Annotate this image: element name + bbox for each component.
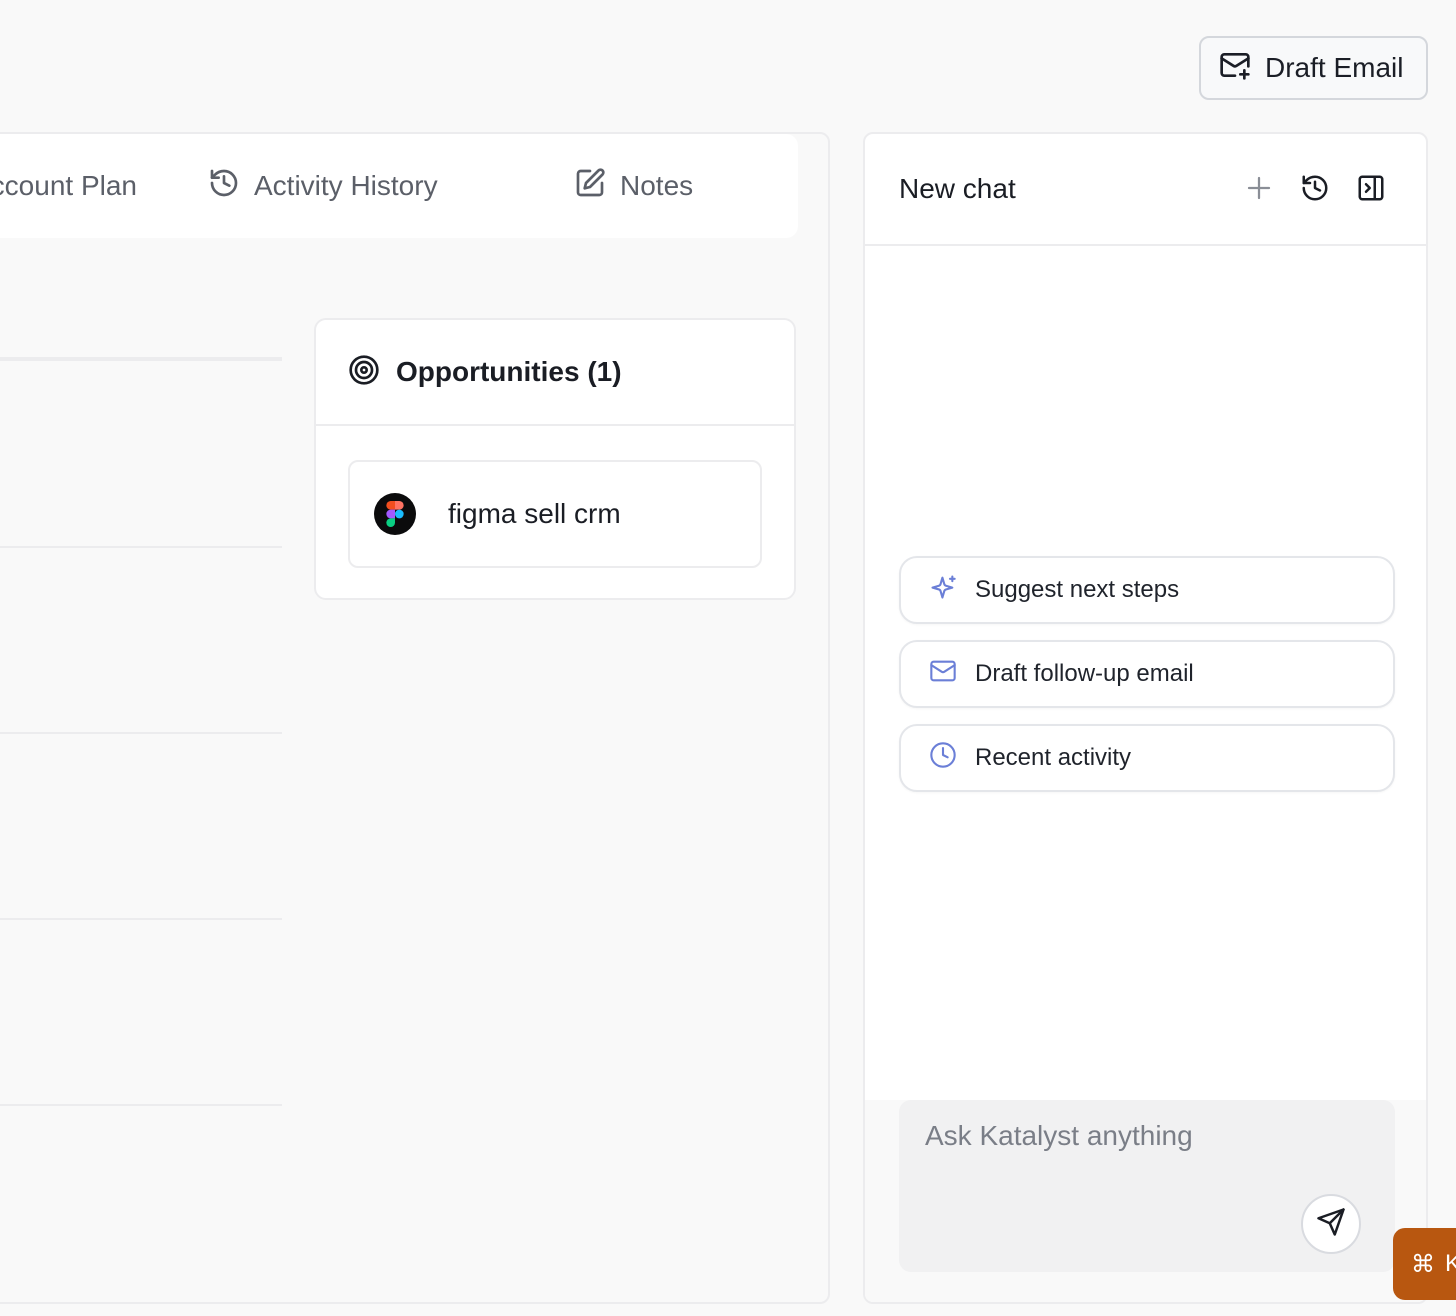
edit-icon <box>574 167 606 206</box>
suggestion-recent-activity[interactable]: Recent activity <box>899 724 1395 792</box>
opportunities-header: Opportunities (1) <box>316 320 794 426</box>
sparkle-icon <box>929 573 957 608</box>
row-divider <box>0 732 282 734</box>
suggestion-next-steps[interactable]: Suggest next steps <box>899 556 1395 624</box>
tab-account-plan[interactable]: Account Plan <box>0 134 137 238</box>
row-divider <box>0 918 282 920</box>
tab-activity-history[interactable]: Activity History <box>208 134 438 238</box>
opportunity-item[interactable]: figma sell crm <box>348 460 762 568</box>
row-divider <box>0 546 282 548</box>
opportunity-name: figma sell crm <box>448 498 621 529</box>
draft-email-label: Draft Email <box>1265 52 1404 83</box>
account-main-panel <box>0 132 830 1304</box>
draft-email-button[interactable]: Draft Email <box>1199 36 1428 100</box>
row-divider <box>0 1104 282 1106</box>
command-icon: ⌘ <box>1411 1250 1435 1278</box>
tab-account-plan-label: Account Plan <box>0 170 137 201</box>
suggestion-label: Recent activity <box>975 744 1132 771</box>
collapse-panel-button[interactable] <box>1353 172 1389 208</box>
figma-logo-icon <box>374 493 416 535</box>
history-icon <box>208 167 240 206</box>
tab-notes[interactable]: Notes <box>574 134 693 238</box>
mail-icon <box>929 657 957 692</box>
target-icon <box>348 354 380 391</box>
suggestion-label: Draft follow-up email <box>975 660 1194 687</box>
shortcut-label: K <box>1445 1250 1456 1277</box>
account-tabs: Account Plan Activity History Notes <box>0 134 798 238</box>
send-icon <box>1316 1207 1346 1242</box>
plus-icon <box>1244 173 1274 208</box>
opportunities-card: Opportunities (1) figma sell crm <box>314 318 796 600</box>
suggestion-label: Suggest next steps <box>975 576 1180 603</box>
clock-icon <box>929 741 957 776</box>
chat-title: New chat <box>899 173 1016 204</box>
suggestion-follow-up-email[interactable]: Draft follow-up email <box>899 640 1395 708</box>
row-divider <box>0 357 282 361</box>
send-button[interactable] <box>1301 1194 1361 1254</box>
mail-plus-icon <box>1219 49 1251 88</box>
history-icon <box>1300 173 1330 208</box>
tab-notes-label: Notes <box>620 170 694 201</box>
opportunities-title: Opportunities (1) <box>396 356 622 387</box>
panel-right-close-icon <box>1356 173 1386 208</box>
command-shortcut-badge[interactable]: ⌘ K <box>1393 1228 1456 1300</box>
new-chat-button[interactable] <box>1241 172 1277 208</box>
chat-header: New chat <box>865 134 1426 246</box>
chat-panel: New chat Suggest next steps Draft follow… <box>863 132 1428 1304</box>
tab-activity-history-label: Activity History <box>254 170 438 201</box>
chat-input-placeholder: Ask Katalyst anything <box>925 1120 1193 1151</box>
chat-history-button[interactable] <box>1297 172 1333 208</box>
